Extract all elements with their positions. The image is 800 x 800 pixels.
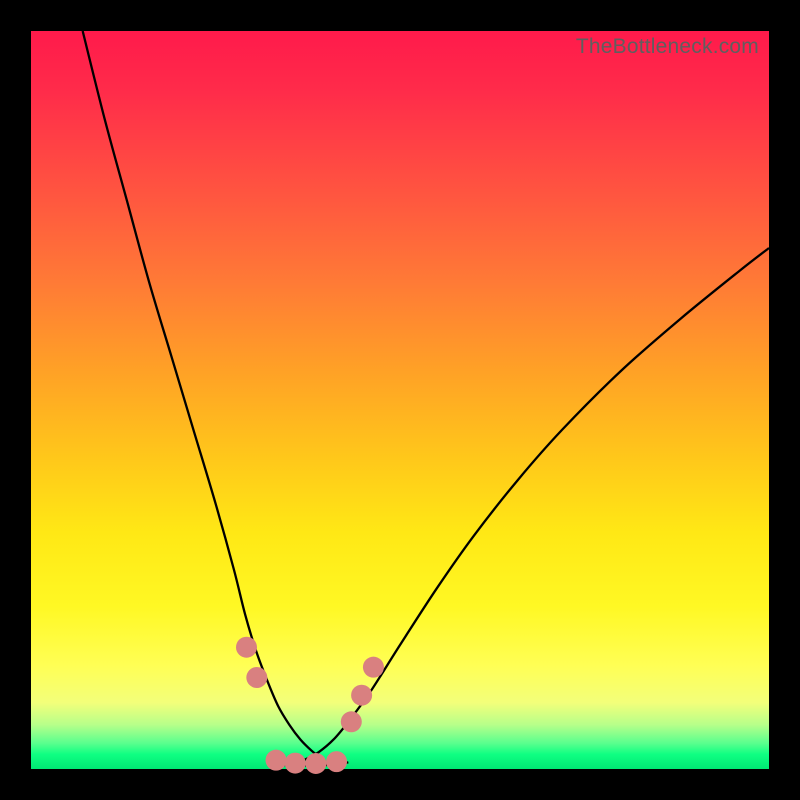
plot-area: TheBottleneck.com: [31, 31, 769, 769]
data-marker: [266, 750, 287, 771]
data-marker: [341, 711, 362, 732]
curve-right-branch: [304, 248, 769, 760]
chart-frame: TheBottleneck.com: [0, 0, 800, 800]
data-marker: [285, 753, 306, 774]
curve-left-branch: [83, 31, 323, 759]
data-marker: [326, 751, 347, 772]
data-marker: [305, 753, 326, 774]
data-marker: [363, 657, 384, 678]
curve-layer: [31, 31, 769, 769]
data-marker: [236, 637, 257, 658]
data-marker: [246, 667, 267, 688]
data-marker: [351, 685, 372, 706]
